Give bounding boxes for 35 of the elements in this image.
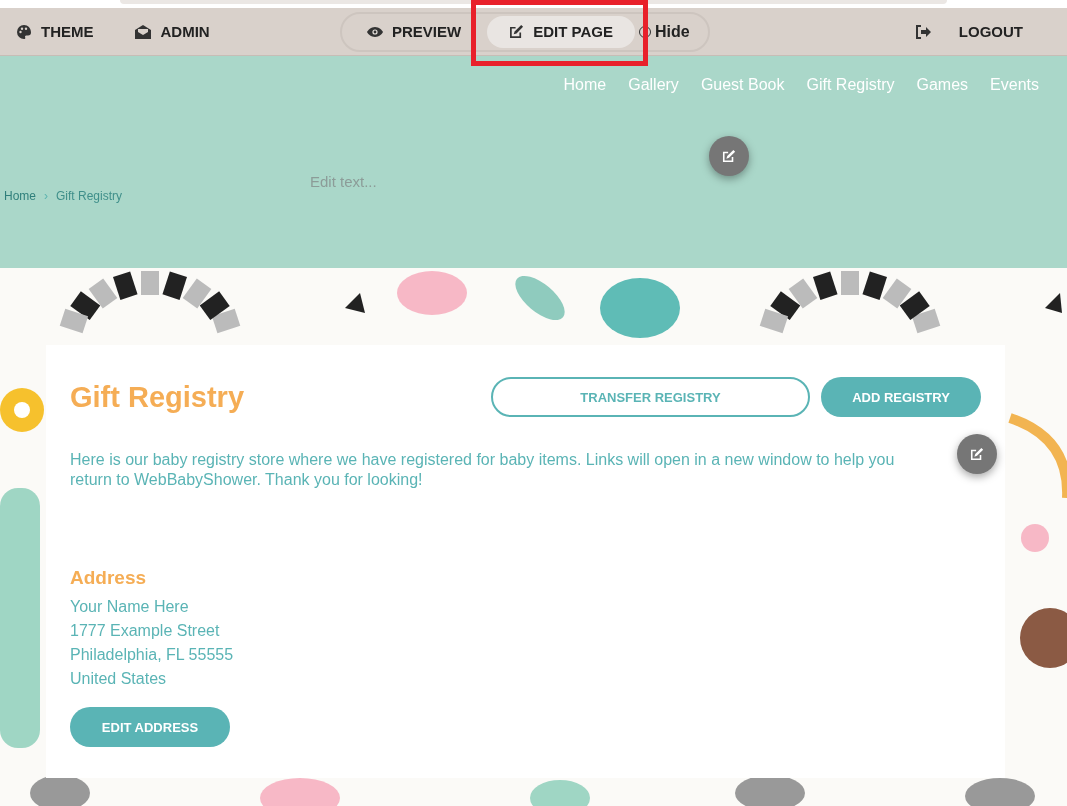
edit-icon — [509, 24, 525, 39]
transfer-registry-button[interactable]: TRANSFER REGISTRY — [491, 377, 810, 417]
address-line: United States — [70, 669, 168, 689]
edit-text-field[interactable]: Edit text... — [310, 173, 510, 190]
nav-link[interactable]: Events — [990, 76, 1039, 94]
nav-link[interactable]: Guest Book — [700, 76, 785, 94]
breadcrumb-link[interactable]: Gift Registry — [56, 189, 123, 203]
page-title: Gift Registry — [70, 380, 245, 414]
nav-link[interactable]: Gift Registry — [806, 76, 895, 94]
theme-button[interactable]: THEME — [16, 23, 94, 40]
add-registry-button[interactable]: ADD REGISTRY — [821, 377, 981, 417]
edit-icon — [722, 149, 736, 163]
nav-link[interactable]: Gallery — [628, 76, 679, 94]
breadcrumb-link[interactable]: Home — [4, 189, 36, 203]
admin-button[interactable]: ADMIN — [133, 23, 210, 40]
breadcrumb-separator: › — [44, 189, 48, 203]
eye-icon — [367, 26, 383, 37]
address-line: Philadelphia, FL 55555 — [70, 645, 235, 665]
intro-paragraph: Here is our baby registry store where we have registered for baby items. Links will open in a new window to help you return to WebBabyShower. Thank you for looking! — [70, 450, 896, 490]
logout-icon — [914, 24, 931, 39]
edit-address-button[interactable]: EDIT ADDRESS — [70, 707, 230, 747]
mode-tab[interactable]: PREVIEW — [345, 15, 484, 48]
hide-label[interactable]: Hide — [654, 22, 690, 41]
address-line: Your Name Here — [70, 597, 190, 617]
address-heading: Address — [70, 567, 148, 589]
edit-button[interactable] — [709, 136, 749, 176]
nav-link[interactable]: Games — [916, 76, 969, 94]
edit-button[interactable] — [957, 434, 997, 474]
logout-button[interactable]: LOGOUT — [958, 23, 1023, 40]
address-line: 1777 Example Street — [70, 621, 221, 641]
mode-tab[interactable]: EDIT PAGE — [487, 15, 635, 48]
edit-icon — [970, 447, 984, 461]
nav-link[interactable]: Home — [563, 76, 607, 94]
palette-icon — [16, 23, 32, 40]
envelope-icon — [133, 23, 152, 40]
